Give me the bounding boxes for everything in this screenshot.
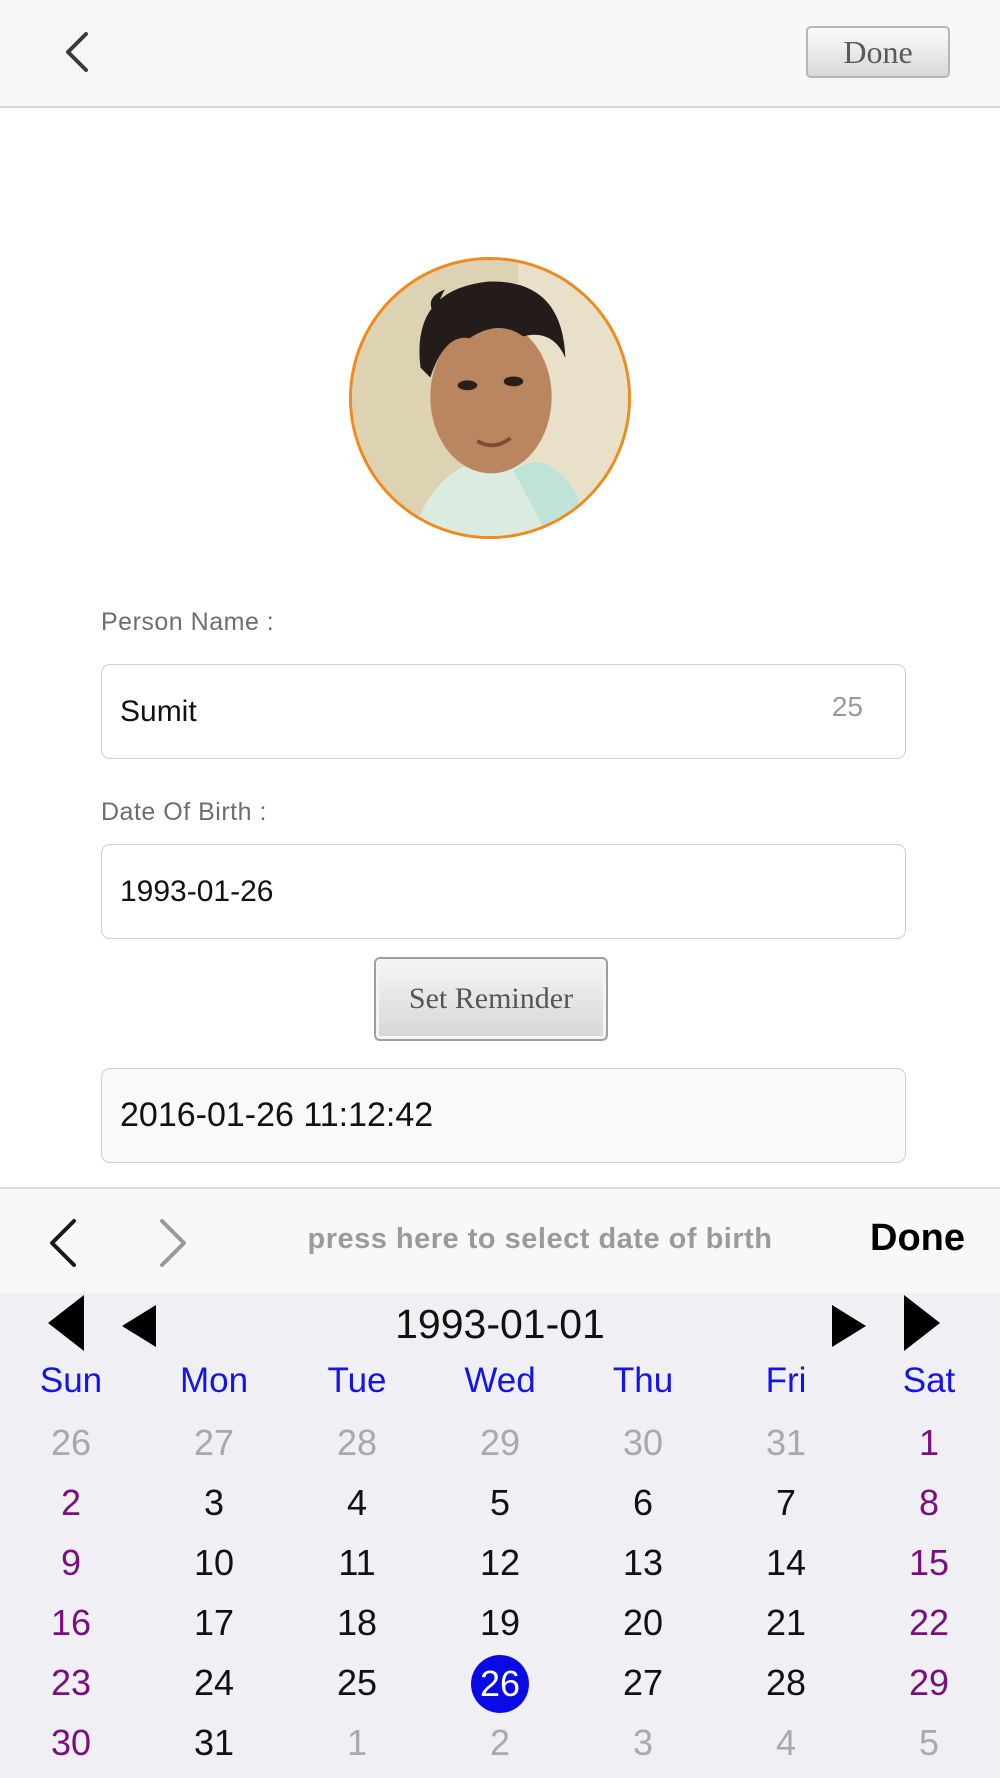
person-name-label: Person Name : <box>101 608 275 636</box>
calendar-month-title: 1993-01-01 <box>395 1301 605 1347</box>
calendar-day[interactable]: 11 <box>302 1535 412 1591</box>
calendar-day[interactable]: 1 <box>874 1415 984 1471</box>
weekday-thu: Thu <box>612 1361 674 1400</box>
calendar-day[interactable]: 31 <box>159 1715 269 1771</box>
calendar-day[interactable]: 5 <box>874 1715 984 1771</box>
calendar-day[interactable]: 15 <box>874 1535 984 1591</box>
weekday-wed: Wed <box>464 1361 536 1400</box>
calendar-day[interactable]: 10 <box>159 1535 269 1591</box>
calendar-day[interactable]: 7 <box>731 1475 841 1531</box>
calendar-day[interactable]: 30 <box>16 1715 126 1771</box>
calendar-day[interactable]: 28 <box>302 1415 412 1471</box>
calendar-day[interactable]: 2 <box>16 1475 126 1531</box>
calendar-day[interactable]: 23 <box>16 1655 126 1711</box>
calendar-day[interactable]: 6 <box>588 1475 698 1531</box>
picker-hint[interactable]: press here to select date of birth <box>230 1223 850 1256</box>
navigation-bar: Done <box>0 0 1000 108</box>
date-of-birth-input[interactable]: 1993-01-26 <box>101 844 906 939</box>
calendar-day[interactable]: 20 <box>588 1595 698 1651</box>
picker-toolbar: press here to select date of birth Done <box>0 1187 1000 1295</box>
calendar-day[interactable]: 30 <box>588 1415 698 1471</box>
calendar-day[interactable]: 8 <box>874 1475 984 1531</box>
calendar-day[interactable]: 4 <box>302 1475 412 1531</box>
calendar-day[interactable]: 13 <box>588 1535 698 1591</box>
person-name-input[interactable]: Sumit 25 <box>101 664 906 759</box>
calendar-day[interactable]: 26 <box>16 1415 126 1471</box>
date-of-birth-value: 1993-01-26 <box>120 874 274 908</box>
calendar-day[interactable]: 18 <box>302 1595 412 1651</box>
calendar-day[interactable]: 3 <box>588 1715 698 1771</box>
calendar-day[interactable]: 25 <box>302 1655 412 1711</box>
calendar-day[interactable]: 17 <box>159 1595 269 1651</box>
weekday-sun: Sun <box>39 1361 103 1400</box>
calendar-day[interactable]: 28 <box>731 1655 841 1711</box>
weekday-mon: Mon <box>179 1361 249 1400</box>
calendar-day[interactable]: 4 <box>731 1715 841 1771</box>
calendar-day[interactable]: 14 <box>731 1535 841 1591</box>
done-button[interactable]: Done <box>806 26 950 78</box>
calendar-day[interactable]: 2 <box>445 1715 555 1771</box>
next-year-icon[interactable] <box>902 1293 942 1353</box>
calendar-day[interactable]: 27 <box>588 1655 698 1711</box>
calendar-day-selected[interactable]: 26 <box>445 1655 555 1713</box>
calendar-day[interactable]: 29 <box>445 1415 555 1471</box>
back-chevron-icon[interactable] <box>56 28 100 76</box>
weekday-sat: Sat <box>902 1361 956 1400</box>
reminder-datetime-field[interactable]: 2016-01-26 11:12:42 <box>101 1068 906 1163</box>
calendar-day[interactable]: 3 <box>159 1475 269 1531</box>
reminder-datetime-value: 2016-01-26 11:12:42 <box>120 1096 434 1134</box>
date-of-birth-label: Date Of Birth : <box>101 798 267 826</box>
calendar-day[interactable]: 24 <box>159 1655 269 1711</box>
selected-day-number: 26 <box>471 1655 529 1713</box>
weekday-tue: Tue <box>327 1361 387 1400</box>
calendar-day[interactable]: 12 <box>445 1535 555 1591</box>
calendar-picker: 1993-01-01 Sun Mon Tue Wed Thu Fri Sat 2… <box>0 1293 1000 1778</box>
set-reminder-button[interactable]: Set Reminder <box>374 957 608 1041</box>
calendar-day[interactable]: 9 <box>16 1535 126 1591</box>
calendar-day[interactable]: 19 <box>445 1595 555 1651</box>
calendar-day[interactable]: 16 <box>16 1595 126 1651</box>
calendar-day[interactable]: 1 <box>302 1715 412 1771</box>
person-name-value: Sumit <box>120 694 197 728</box>
calendar-day[interactable]: 21 <box>731 1595 841 1651</box>
next-field-icon[interactable] <box>152 1217 192 1269</box>
weekday-fri: Fri <box>765 1361 807 1400</box>
calendar-day[interactable]: 29 <box>874 1655 984 1711</box>
picker-done-button[interactable]: Done <box>870 1217 965 1260</box>
calendar-day[interactable]: 5 <box>445 1475 555 1531</box>
person-photo <box>352 260 628 536</box>
previous-field-icon[interactable] <box>44 1217 84 1269</box>
calendar-day[interactable]: 27 <box>159 1415 269 1471</box>
character-counter: 25 <box>831 691 863 722</box>
calendar-day[interactable]: 22 <box>874 1595 984 1651</box>
next-month-icon[interactable] <box>830 1303 868 1349</box>
previous-month-icon[interactable] <box>120 1303 158 1349</box>
profile-avatar[interactable] <box>349 257 631 539</box>
calendar-day[interactable]: 31 <box>731 1415 841 1471</box>
previous-year-icon[interactable] <box>46 1293 86 1353</box>
